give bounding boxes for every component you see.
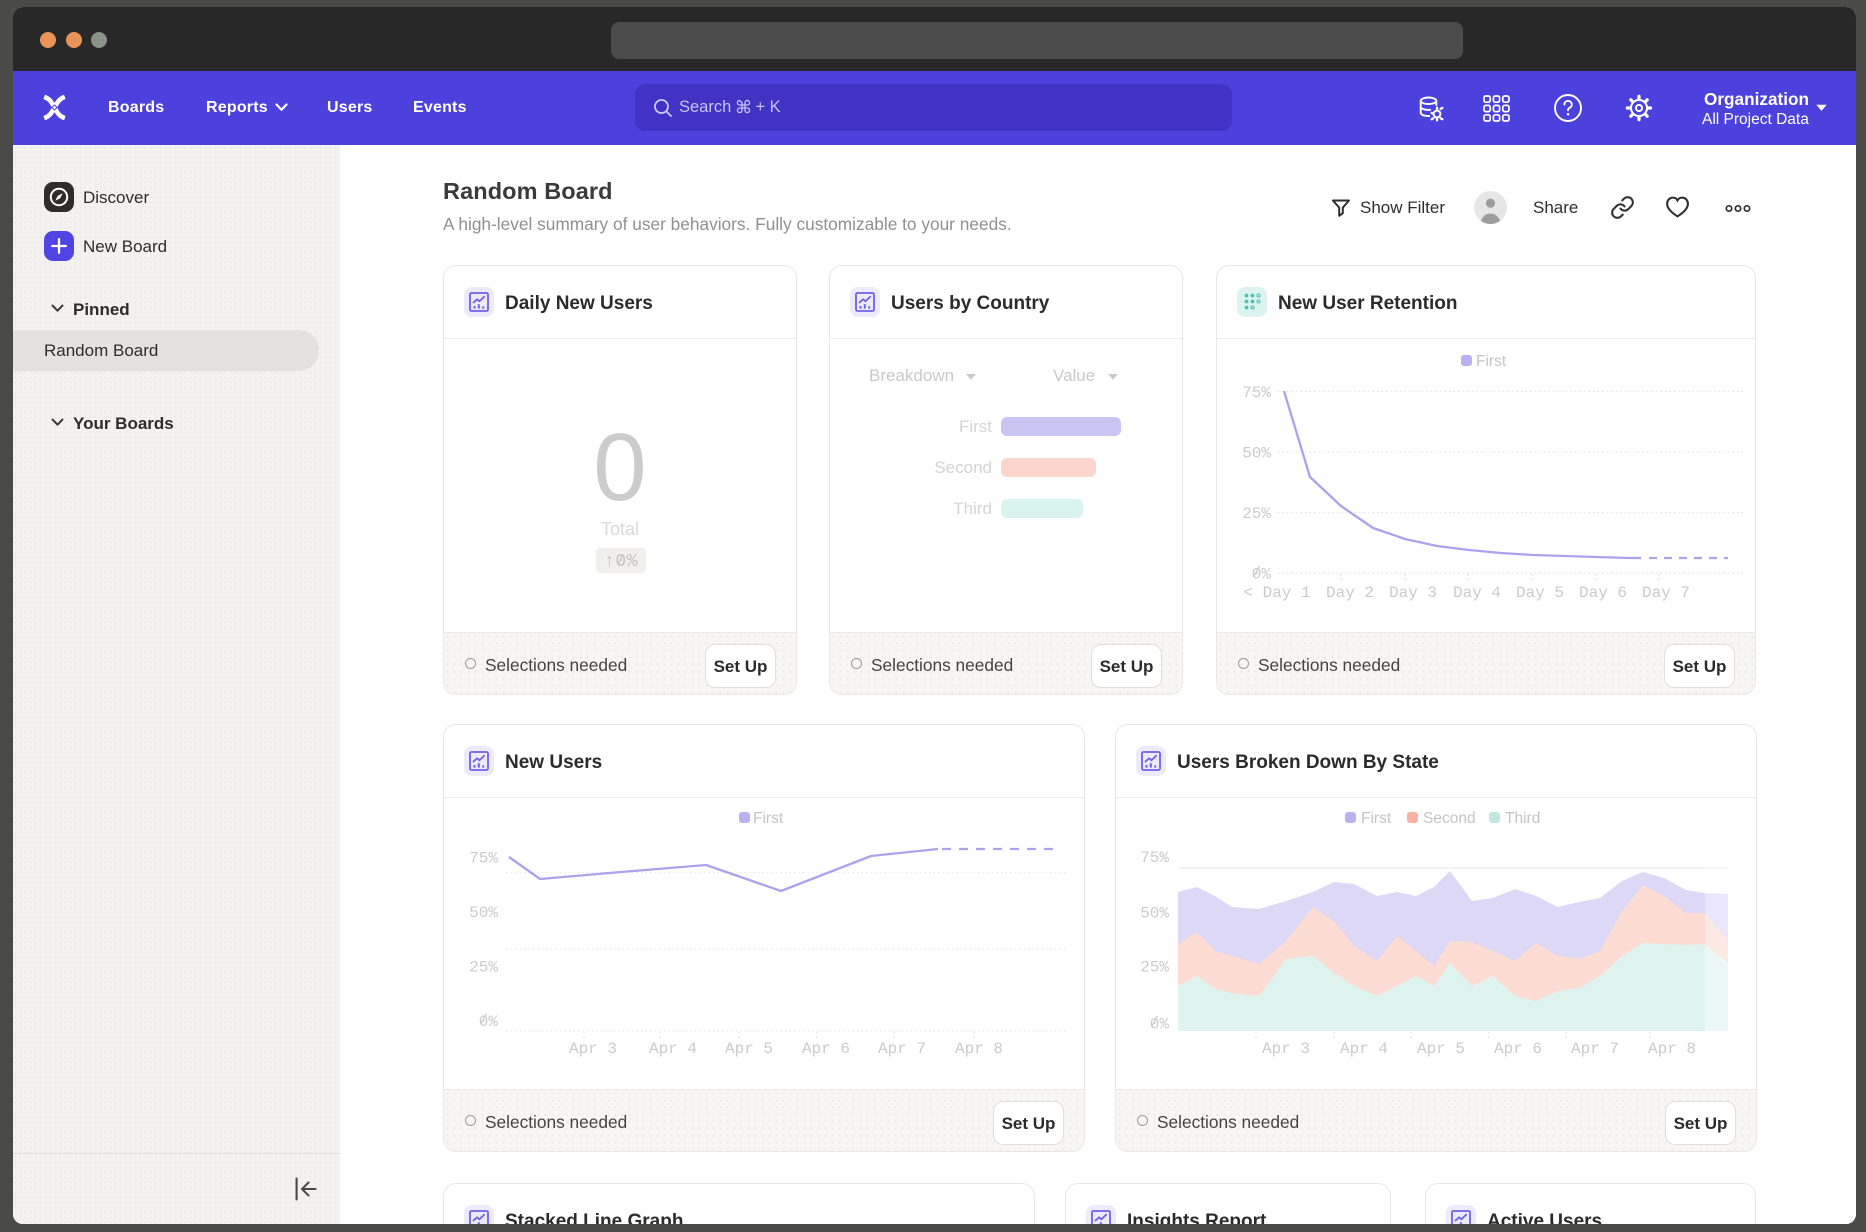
svg-text:Apr 8: Apr 8 (1648, 1040, 1696, 1058)
svg-text:75%: 75% (469, 850, 498, 868)
svg-text:Apr 6: Apr 6 (1494, 1040, 1542, 1058)
svg-text:Apr 6: Apr 6 (802, 1040, 850, 1058)
svg-text:50%: 50% (1140, 905, 1169, 923)
svg-text:< Day 1: < Day 1 (1243, 584, 1310, 602)
svg-text:Day 7: Day 7 (1642, 584, 1690, 602)
svg-text:Apr 7: Apr 7 (1571, 1040, 1619, 1058)
svg-text:Apr 4: Apr 4 (1340, 1040, 1388, 1058)
svg-text:Apr 3: Apr 3 (569, 1040, 617, 1058)
svg-text:50%: 50% (1242, 445, 1271, 463)
svg-text:Day 5: Day 5 (1516, 584, 1564, 602)
svg-text:Apr 4: Apr 4 (649, 1040, 697, 1058)
svg-text:Day 6: Day 6 (1579, 584, 1627, 602)
svg-text:Day 4: Day 4 (1453, 584, 1501, 602)
svg-text:75%: 75% (1140, 849, 1169, 867)
svg-text:25%: 25% (1242, 505, 1271, 523)
svg-text:50%: 50% (469, 904, 498, 922)
svg-text:Day 2: Day 2 (1326, 584, 1374, 602)
svg-text:Apr 5: Apr 5 (1417, 1040, 1465, 1058)
svg-text:75%: 75% (1242, 384, 1271, 402)
svg-text:25%: 25% (469, 959, 498, 977)
svg-text:Apr 7: Apr 7 (878, 1040, 926, 1058)
svg-text:Apr 5: Apr 5 (725, 1040, 773, 1058)
svg-text:Apr 3: Apr 3 (1262, 1040, 1310, 1058)
svg-text:Day 3: Day 3 (1389, 584, 1437, 602)
svg-text:25%: 25% (1140, 959, 1169, 977)
svg-text:Apr 8: Apr 8 (955, 1040, 1003, 1058)
